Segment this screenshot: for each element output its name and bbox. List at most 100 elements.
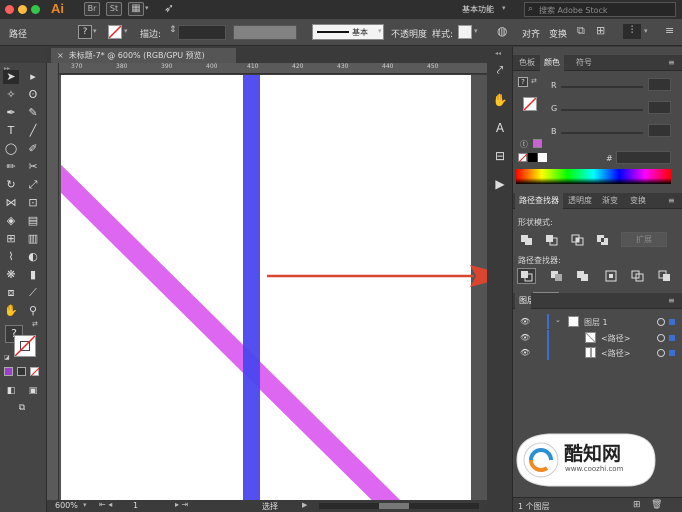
chevron-down-icon[interactable]: ▾ <box>644 27 648 35</box>
selection-indicator[interactable] <box>669 319 675 325</box>
b-value-input[interactable] <box>648 124 671 137</box>
chevron-down-icon[interactable]: ▾ <box>145 4 149 12</box>
hand-tool-icon[interactable]: ✋ <box>3 304 19 318</box>
chevron-down-icon[interactable]: ▾ <box>93 27 97 35</box>
chevron-down-icon[interactable]: ▾ <box>124 27 128 35</box>
paintbrush-tool-icon[interactable]: ✐ <box>25 142 41 156</box>
chevron-down-icon[interactable]: ▾ <box>474 27 478 35</box>
intersect-icon[interactable] <box>571 234 584 246</box>
align-link[interactable]: 对齐 <box>522 27 540 40</box>
tab-symbols[interactable]: 符号 <box>572 55 596 71</box>
visibility-eye-icon[interactable]: 👁 <box>520 333 530 342</box>
recolor-icon[interactable]: ◍ <box>497 24 507 38</box>
layer-name[interactable]: 图层 1 <box>584 317 608 328</box>
selection-tool-icon[interactable]: ➤ <box>3 70 19 84</box>
screen-mode-icon[interactable]: ⧉ <box>14 401 30 415</box>
fill-unknown-swatch[interactable]: ? <box>78 25 92 39</box>
next-artboard-icon[interactable]: ▸ ⇥ <box>175 500 188 509</box>
selection-indicator[interactable] <box>669 335 675 341</box>
crop-icon[interactable] <box>605 270 618 282</box>
chevron-down-icon[interactable]: ▾ <box>378 27 382 35</box>
g-slider[interactable] <box>561 109 643 111</box>
minus-front-icon[interactable] <box>545 234 558 246</box>
outline-icon[interactable] <box>631 270 644 282</box>
sublayer-name[interactable]: <路径> <box>601 348 630 359</box>
play-icon[interactable]: ▶ <box>302 501 307 509</box>
r-slider[interactable] <box>561 86 643 88</box>
type-tool-icon[interactable]: T <box>3 124 19 138</box>
exclude-icon[interactable] <box>596 234 609 246</box>
column-graph-tool-icon[interactable]: ▮ <box>25 268 41 282</box>
slice-tool-icon[interactable]: ⟋ <box>25 286 41 300</box>
brush-definition-dropdown[interactable]: 基本 <box>312 24 384 40</box>
hex-input[interactable] <box>616 151 671 164</box>
expand-button[interactable]: 扩展 <box>621 232 667 247</box>
perspective-grid-tool-icon[interactable]: ▤ <box>25 214 41 228</box>
free-transform-tool-icon[interactable]: ⊡ <box>25 196 41 210</box>
graphic-style-swatch[interactable] <box>458 25 472 39</box>
stroke-color-box[interactable] <box>14 335 36 357</box>
close-window-icon[interactable] <box>5 5 14 14</box>
bridge-icon[interactable]: Br <box>84 2 100 16</box>
stroke-swatch[interactable] <box>108 25 122 39</box>
zoom-tool-icon[interactable]: ⚲ <box>25 304 41 318</box>
pencil-tool-icon[interactable]: ✏ <box>3 160 19 174</box>
g-value-input[interactable] <box>648 101 671 114</box>
trim-icon[interactable] <box>550 270 563 282</box>
target-circle-icon[interactable] <box>657 334 665 342</box>
artboard-number[interactable]: 1 <box>133 501 138 510</box>
eyedropper-tool-icon[interactable]: ⌇ <box>3 250 19 264</box>
panel-menu-icon[interactable]: ≡ <box>665 24 674 37</box>
line-tool-icon[interactable]: ╱ <box>25 124 41 138</box>
b-slider[interactable] <box>561 132 643 134</box>
sublayer-name[interactable]: <路径> <box>601 333 630 344</box>
stroke-stepper[interactable]: ⇕ <box>169 25 177 35</box>
scale-tool-icon[interactable]: ⤢ <box>25 178 41 192</box>
blend-tool-icon[interactable]: ◐ <box>25 250 41 264</box>
symbol-sprayer-tool-icon[interactable]: ❋ <box>3 268 19 282</box>
none-mode-icon[interactable] <box>30 367 39 376</box>
variable-width-profile[interactable] <box>233 25 297 40</box>
curvature-tool-icon[interactable]: ✎ <box>25 106 41 120</box>
selection-indicator[interactable] <box>669 350 675 356</box>
collapse-icon[interactable]: ◂◂ <box>495 50 501 57</box>
stroke-swatch[interactable] <box>523 97 537 111</box>
character-icon[interactable]: A <box>491 119 509 137</box>
unite-icon[interactable] <box>520 234 533 246</box>
none-swatch[interactable] <box>518 153 527 162</box>
visibility-eye-icon[interactable]: 👁 <box>520 317 530 326</box>
canvas-area[interactable] <box>59 75 487 500</box>
ellipse-tool-icon[interactable]: ◯ <box>3 142 19 156</box>
first-artboard-icon[interactable]: ⇤ ◂ <box>99 500 112 509</box>
panel-menu-icon[interactable]: ≡ <box>668 196 675 205</box>
rotate-tool-icon[interactable]: ↻ <box>3 178 19 192</box>
isolate-icon[interactable]: ⧉ <box>577 24 585 38</box>
minimize-window-icon[interactable] <box>18 5 27 14</box>
visibility-eye-icon[interactable]: 👁 <box>520 348 530 357</box>
magic-wand-tool-icon[interactable]: ✧ <box>3 88 19 102</box>
target-circle-icon[interactable] <box>657 318 665 326</box>
merge-icon[interactable] <box>576 270 589 282</box>
new-layer-icon[interactable]: ⊞ <box>633 500 641 510</box>
minus-back-icon[interactable] <box>658 270 671 282</box>
black-swatch[interactable] <box>528 153 537 162</box>
tab-swatches[interactable]: 色板 <box>515 55 539 71</box>
swap-fill-stroke-icon[interactable]: ⇄ <box>32 320 38 328</box>
zoom-level[interactable]: 600% <box>55 501 78 510</box>
chevron-down-icon[interactable]: ▾ <box>83 501 87 509</box>
maximize-window-icon[interactable] <box>31 5 40 14</box>
target-circle-icon[interactable] <box>657 349 665 357</box>
mesh-tool-icon[interactable]: ⊞ <box>3 232 19 246</box>
fill-unknown-swatch[interactable]: ? <box>518 77 528 87</box>
actions-icon[interactable]: ▶ <box>491 175 509 193</box>
tab-layers[interactable]: 图层 <box>515 293 531 309</box>
r-value-input[interactable] <box>648 78 671 91</box>
scrollbar-thumb[interactable] <box>379 503 409 509</box>
artboard-tool-icon[interactable]: ⧈ <box>3 286 19 300</box>
artboard[interactable] <box>61 75 471 500</box>
document-tab[interactable]: × 未标题-7* @ 600% (RGB/GPU 预览) <box>51 48 236 63</box>
rocket-icon[interactable]: ➶ <box>164 1 174 15</box>
swap-icon[interactable]: ⇄ <box>531 77 537 85</box>
align-icon[interactable]: ⊟ <box>491 147 509 165</box>
layer-row[interactable]: 👁 <路径> <box>513 345 682 360</box>
